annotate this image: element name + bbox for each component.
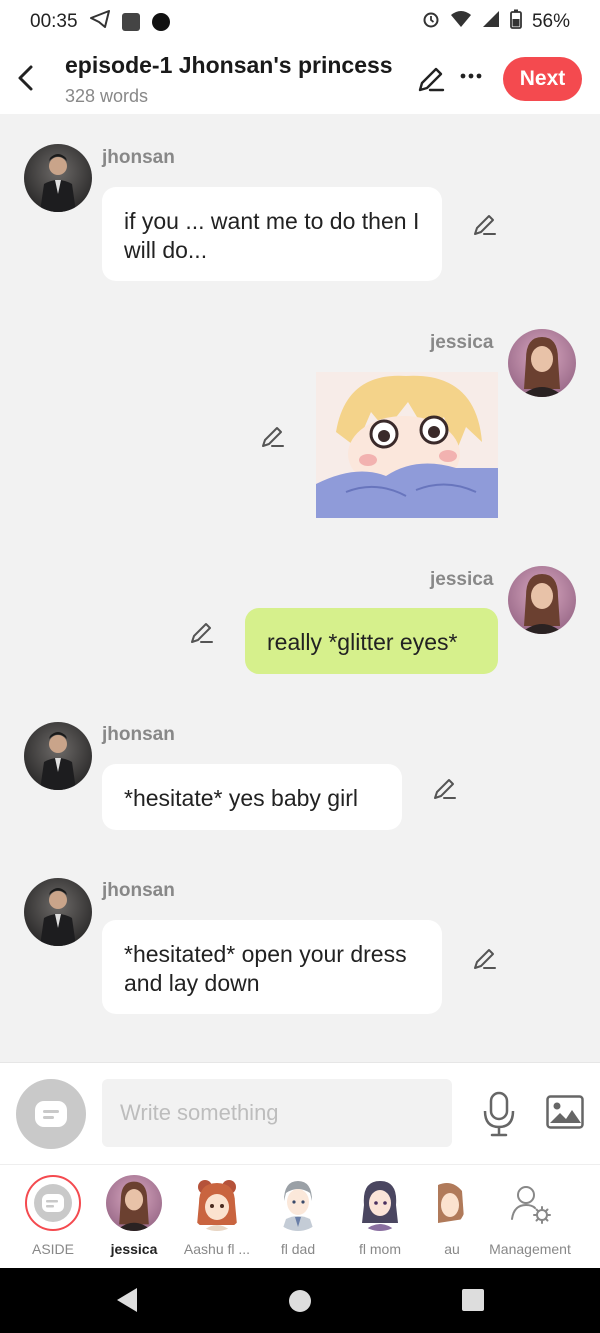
pencil-icon — [474, 949, 496, 969]
square-recents-icon — [462, 1289, 484, 1311]
avatar-jessica[interactable] — [508, 329, 576, 397]
message-bubble[interactable]: if you ... want me to do then I will do.… — [102, 187, 442, 281]
edit-title-button[interactable] — [416, 64, 446, 94]
character-jessica[interactable]: jessica — [94, 1175, 174, 1257]
message-sender: jhonsan — [102, 147, 175, 168]
avatar-fl-mom — [352, 1175, 408, 1231]
pencil-icon — [434, 779, 456, 799]
nav-home-button[interactable] — [288, 1289, 312, 1318]
nav-back-button[interactable] — [114, 1286, 140, 1319]
character-label: Management — [489, 1241, 571, 1257]
composer-bar — [0, 1062, 600, 1164]
aside-toggle-button[interactable] — [16, 1079, 86, 1149]
edit-message-button[interactable] — [472, 212, 498, 238]
character-label: fl mom — [359, 1241, 401, 1257]
edit-message-button[interactable] — [260, 424, 286, 450]
message-sender: jessica — [430, 332, 494, 353]
message-sender: jessica — [430, 569, 494, 590]
telegram-icon — [89, 10, 110, 34]
system-nav-bar — [0, 1268, 600, 1333]
message-bubble[interactable]: really *glitter eyes* — [245, 608, 498, 674]
character-au[interactable]: au — [412, 1175, 492, 1257]
aside-chat-icon — [35, 1101, 67, 1127]
more-options-button[interactable] — [460, 60, 482, 86]
character-label: ASIDE — [31, 1241, 74, 1257]
avatar-aashu — [189, 1175, 245, 1231]
nav-recents-button[interactable] — [461, 1288, 485, 1317]
status-time: 00:35 — [30, 11, 78, 32]
notification-dot-icon — [151, 13, 170, 31]
aside-avatar — [25, 1175, 81, 1231]
aside-chat-icon — [34, 1184, 72, 1222]
next-button[interactable]: Next — [503, 57, 582, 101]
cell-signal-icon — [482, 10, 500, 34]
character-label: Aashu fl ... — [183, 1241, 251, 1257]
avatar-jhonsan[interactable] — [24, 878, 92, 946]
character-bar: ASIDE jessica Aashu fl ... fl dad fl mom… — [0, 1164, 600, 1268]
more-dots-icon — [460, 73, 482, 79]
alarm-icon — [422, 10, 440, 34]
pencil-icon — [474, 215, 496, 235]
back-button[interactable] — [14, 62, 38, 94]
chevron-left-icon — [18, 65, 33, 91]
character-label: jessica — [110, 1241, 158, 1257]
avatar-jhonsan[interactable] — [24, 722, 92, 790]
character-fl-dad[interactable]: fl dad — [258, 1175, 338, 1257]
pencil-icon — [262, 427, 284, 447]
message-bubble[interactable]: *hesitated* open your dress and lay down — [102, 920, 442, 1014]
avatar-au — [438, 1175, 466, 1231]
sticker-image[interactable] — [316, 372, 498, 518]
avatar-jessica — [106, 1175, 162, 1231]
edit-message-button[interactable] — [472, 946, 498, 972]
character-fl-mom[interactable]: fl mom — [340, 1175, 420, 1257]
notification-app-icon — [121, 13, 140, 31]
wifi-icon — [450, 10, 472, 34]
pencil-icon — [418, 67, 445, 92]
character-management[interactable]: Management — [488, 1175, 572, 1257]
character-aashu[interactable]: Aashu fl ... — [177, 1175, 257, 1257]
episode-title[interactable]: episode-1 Jhonsan's princess — [65, 52, 393, 79]
circle-home-icon — [289, 1290, 311, 1312]
management-icon — [502, 1175, 558, 1231]
status-bar: 00:35 56% — [0, 0, 600, 44]
edit-message-button[interactable] — [432, 776, 458, 802]
insert-image-button[interactable] — [546, 1095, 584, 1129]
message-sender: jhonsan — [102, 724, 175, 745]
message-sender: jhonsan — [102, 880, 175, 901]
editor-header: episode-1 Jhonsan's princess 328 words N… — [0, 44, 600, 114]
triangle-back-icon — [117, 1288, 137, 1312]
battery-icon — [510, 9, 522, 35]
avatar-fl-dad — [270, 1175, 326, 1231]
character-label: fl dad — [280, 1241, 316, 1257]
battery-percent: 56% — [531, 11, 570, 32]
avatar-jessica[interactable] — [508, 566, 576, 634]
word-count: 328 words — [65, 86, 149, 106]
avatar-jhonsan[interactable] — [24, 144, 92, 212]
message-input[interactable] — [102, 1079, 452, 1147]
image-icon — [546, 1095, 584, 1129]
edit-message-button[interactable] — [189, 620, 215, 646]
character-label: au — [444, 1241, 460, 1257]
pencil-icon — [191, 623, 213, 643]
character-aside[interactable]: ASIDE — [13, 1175, 93, 1257]
microphone-icon — [483, 1091, 515, 1137]
message-bubble[interactable]: *hesitate* yes baby girl — [102, 764, 402, 830]
voice-button[interactable] — [482, 1091, 516, 1137]
